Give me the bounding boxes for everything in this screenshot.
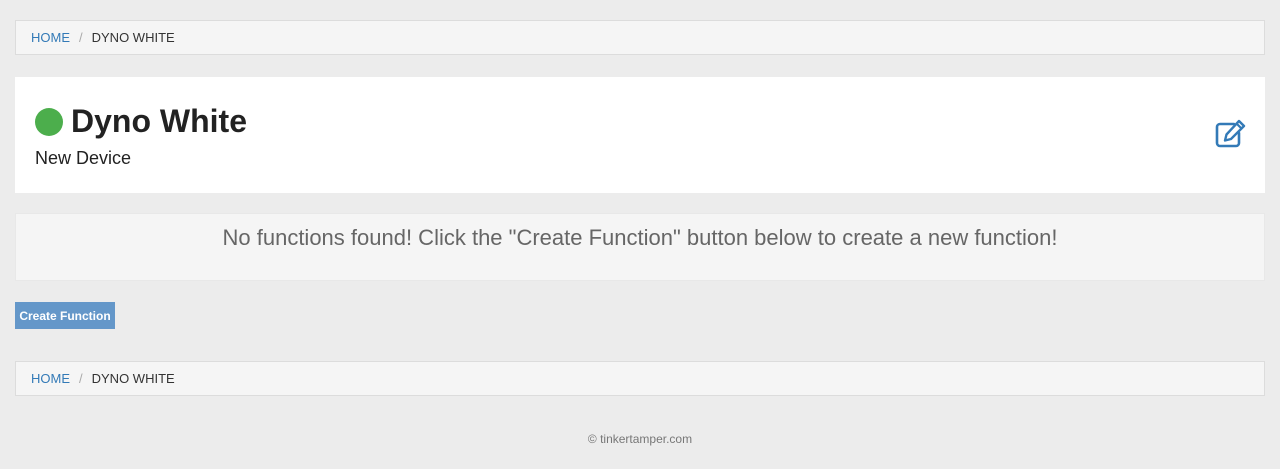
breadcrumb-bottom: HOME / DYNO WHITE bbox=[15, 361, 1265, 396]
device-title: Dyno White bbox=[71, 103, 247, 139]
empty-message: No functions found! Click the "Create Fu… bbox=[222, 225, 1058, 250]
breadcrumb-separator: / bbox=[79, 30, 83, 45]
edit-icon[interactable] bbox=[1214, 119, 1246, 149]
device-header-card: Dyno White New Device bbox=[15, 77, 1265, 193]
breadcrumb-current: DYNO WHITE bbox=[91, 30, 175, 45]
functions-empty-state: No functions found! Click the "Create Fu… bbox=[15, 213, 1265, 281]
breadcrumb-home-link[interactable]: HOME bbox=[31, 371, 70, 386]
breadcrumb-separator: / bbox=[79, 371, 83, 386]
status-indicator bbox=[35, 108, 63, 136]
breadcrumb-home-link[interactable]: HOME bbox=[31, 30, 70, 45]
breadcrumb-top: HOME / DYNO WHITE bbox=[15, 20, 1265, 55]
footer-copyright: © tinkertamper.com bbox=[587, 432, 693, 446]
breadcrumb-current: DYNO WHITE bbox=[91, 371, 175, 386]
create-function-button[interactable]: Create Function bbox=[15, 302, 115, 329]
device-description: New Device bbox=[35, 148, 132, 168]
